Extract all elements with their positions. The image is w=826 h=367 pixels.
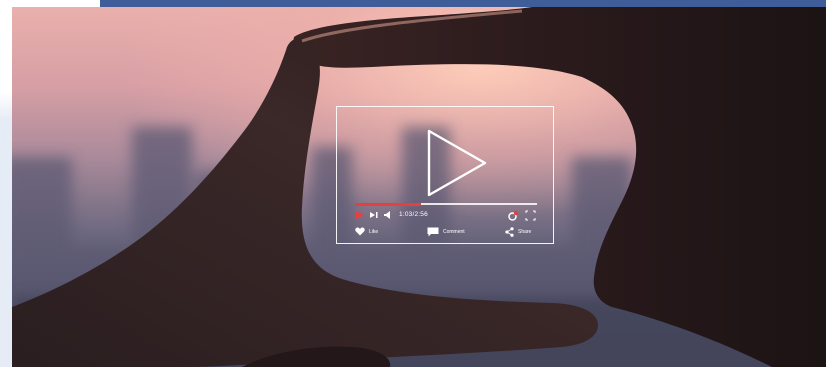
social-actions: Like Comment Share [355,227,537,239]
controls-row: 1:03/2:56 [355,210,537,222]
share-icon [505,227,514,237]
timecode: 1:03/2:56 [399,211,428,218]
left-side-band [0,0,12,367]
hero-photo: 1:03/2:56 Like Comment Share [12,7,826,367]
share-label: Share [518,229,532,235]
progress-bar[interactable] [355,202,537,206]
next-icon[interactable] [369,210,379,220]
progress-fill [355,202,421,206]
comment-icon [427,227,439,237]
share-action[interactable]: Share [505,227,531,237]
like-label: Like [369,228,379,235]
comment-label: Comment [443,229,465,235]
settings-icon[interactable] [507,210,519,222]
like-action[interactable]: Like [355,227,378,236]
top-accent-band [100,0,826,7]
video-player-overlay[interactable]: 1:03/2:56 Like Comment Share [336,106,554,244]
heart-icon [355,227,365,236]
play-icon[interactable] [425,127,489,199]
comment-action[interactable]: Comment [427,227,465,237]
fullscreen-icon[interactable] [525,210,536,221]
play-small-icon[interactable] [355,210,365,220]
volume-icon[interactable] [383,210,393,220]
